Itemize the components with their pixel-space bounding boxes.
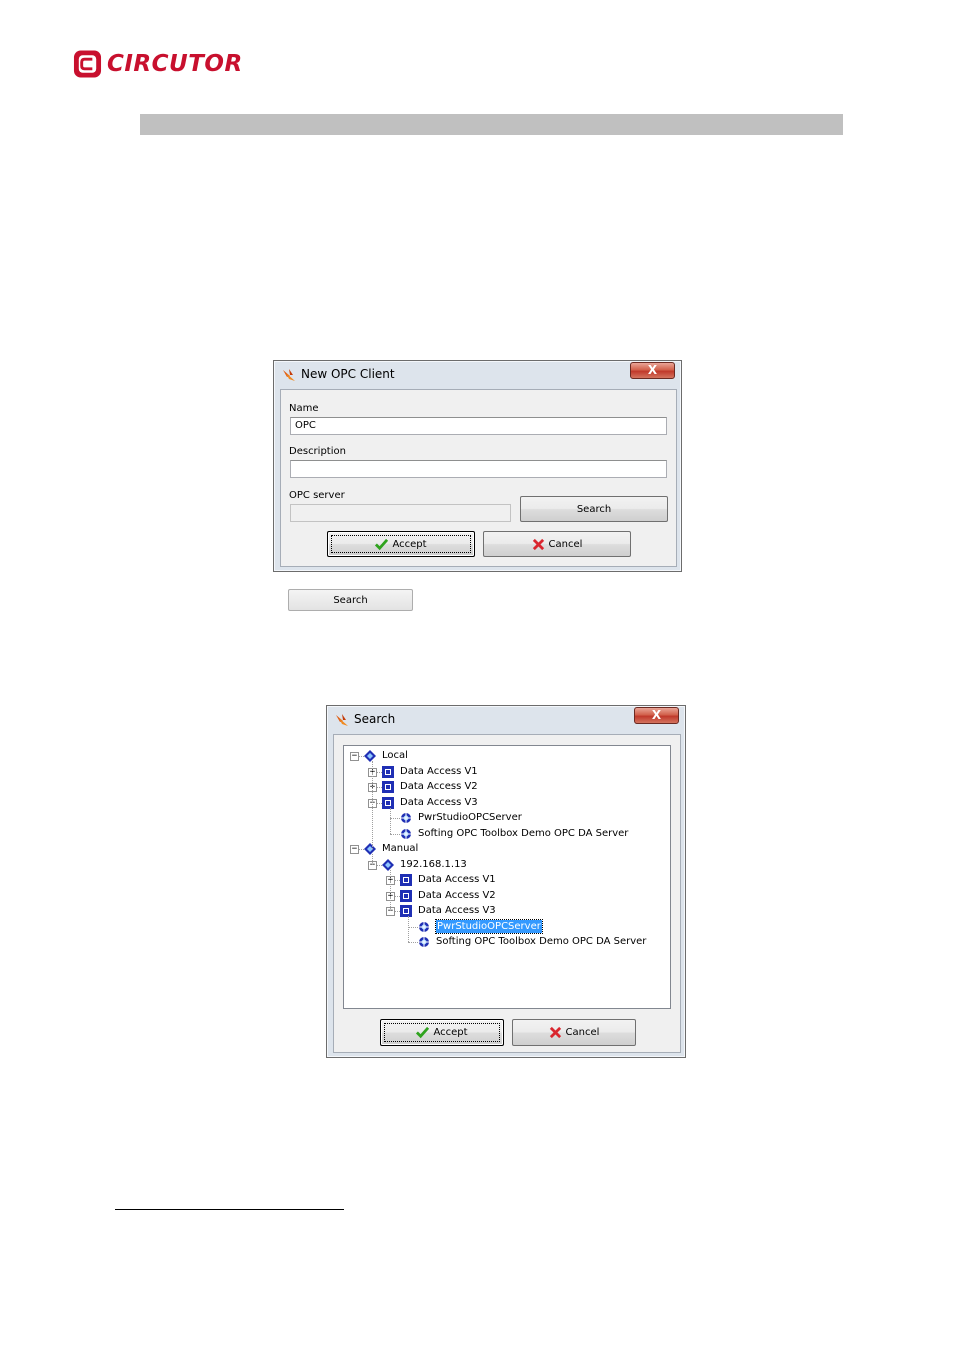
tree-item-label[interactable]: Softing OPC Toolbox Demo OPC DA Server: [418, 827, 628, 840]
search-button-label: Search: [576, 503, 612, 515]
tree-connector: [390, 818, 400, 819]
red-x-icon: [532, 538, 544, 550]
close-icon: X: [647, 363, 658, 377]
search-button[interactable]: Search: [520, 496, 668, 522]
brand-name: CIRCUTOR: [107, 51, 243, 77]
search-dialog-title: Search: [354, 712, 396, 726]
collapse-minus-icon[interactable]: −: [350, 845, 359, 854]
search-accept-button[interactable]: Accept: [380, 1019, 504, 1046]
diamond-icon: [382, 858, 394, 871]
opc-server-label: OPC server: [289, 490, 345, 501]
tree-item-label[interactable]: Local: [382, 749, 408, 762]
circutor-logo: CIRCUTOR: [73, 47, 243, 81]
checkmark-icon: [375, 538, 389, 550]
tree-item-label[interactable]: Data Access V1: [400, 765, 478, 778]
cancel-button[interactable]: Cancel: [483, 531, 631, 557]
search-dialog-client-area: − Local + Data Access V1 + Data Access V2− Dat…: [333, 734, 681, 1053]
diamond-icon: [364, 843, 376, 855]
search-dialog-titlebar[interactable]: Search X: [327, 706, 685, 732]
server-icon: [401, 828, 411, 839]
tree-item-label[interactable]: Data Access V3: [400, 796, 478, 809]
tree-item-label[interactable]: Data Access V3: [418, 904, 496, 917]
tree-connector: [390, 833, 400, 835]
dialog-title: New OPC Client: [301, 367, 395, 381]
circutor-logo-icon: [73, 50, 102, 78]
tree-item-label[interactable]: Softing OPC Toolbox Demo OPC DA Server: [436, 935, 646, 948]
name-label: Name: [289, 403, 319, 414]
accept-button-label: Accept: [392, 538, 427, 550]
collapse-minus-icon[interactable]: −: [350, 752, 359, 761]
tree-guide: [408, 916, 409, 942]
search-accept-button-label: Accept: [433, 1027, 468, 1038]
tree-item-label[interactable]: Data Access V2: [418, 889, 496, 902]
footnote-rule: [115, 1209, 344, 1210]
square-icon: [382, 765, 394, 778]
square-icon: [382, 781, 394, 793]
accept-button[interactable]: Accept: [327, 531, 475, 557]
tree-guide: [390, 869, 391, 911]
tree-guide: [372, 854, 373, 865]
opc-server-input: [290, 504, 511, 522]
close-button[interactable]: X: [630, 362, 675, 379]
diamond-icon: [364, 750, 376, 762]
app-icon: [283, 369, 295, 381]
inline-search-button-label: Search: [333, 594, 368, 606]
server-tree[interactable]: − Local + Data Access V1 + Data Access V2− Dat…: [343, 745, 671, 1009]
search-dialog: Search X − Local + Data Access V1 + Data Acce…: [326, 705, 686, 1058]
dialog-client-area: Name OPC Description OPC server Search A…: [280, 389, 677, 567]
tree-item-label[interactable]: Data Access V2: [400, 780, 478, 793]
tree-item-label[interactable]: PwrStudioOPCServer: [435, 918, 543, 934]
tree-guide: [390, 807, 391, 834]
description-label: Description: [289, 446, 346, 457]
section-header-bar: [140, 114, 843, 135]
search-cancel-button[interactable]: Cancel: [512, 1019, 636, 1046]
close-icon: X: [651, 708, 662, 722]
description-input[interactable]: [290, 460, 667, 478]
square-icon: [400, 874, 412, 886]
square-icon: [400, 905, 412, 917]
server-icon: [419, 937, 429, 947]
tree-item-label[interactable]: 192.168.1.13: [400, 858, 467, 871]
server-icon: [419, 921, 429, 932]
tree-guide: [372, 761, 373, 803]
app-icon: [336, 714, 348, 726]
tree-connector: [408, 942, 418, 943]
cancel-button-label: Cancel: [548, 538, 583, 550]
dialog-titlebar[interactable]: New OPC Client X: [274, 361, 681, 387]
name-input[interactable]: OPC: [290, 417, 667, 435]
checkmark-icon: [416, 1026, 430, 1039]
close-button[interactable]: X: [634, 707, 679, 724]
tree-item-label[interactable]: PwrStudioOPCServer: [418, 811, 522, 824]
tree-connector: [408, 926, 418, 928]
square-icon: [382, 796, 394, 809]
square-icon: [400, 889, 412, 902]
red-x-icon: [549, 1026, 561, 1039]
search-cancel-button-label: Cancel: [565, 1027, 600, 1038]
tree-item-label[interactable]: Data Access V1: [418, 873, 496, 886]
new-opc-client-dialog: New OPC Client X Name OPC Description OP…: [273, 360, 682, 572]
inline-search-button[interactable]: Search: [288, 589, 413, 611]
tree-item-label[interactable]: Manual: [382, 842, 418, 855]
server-icon: [401, 813, 411, 823]
